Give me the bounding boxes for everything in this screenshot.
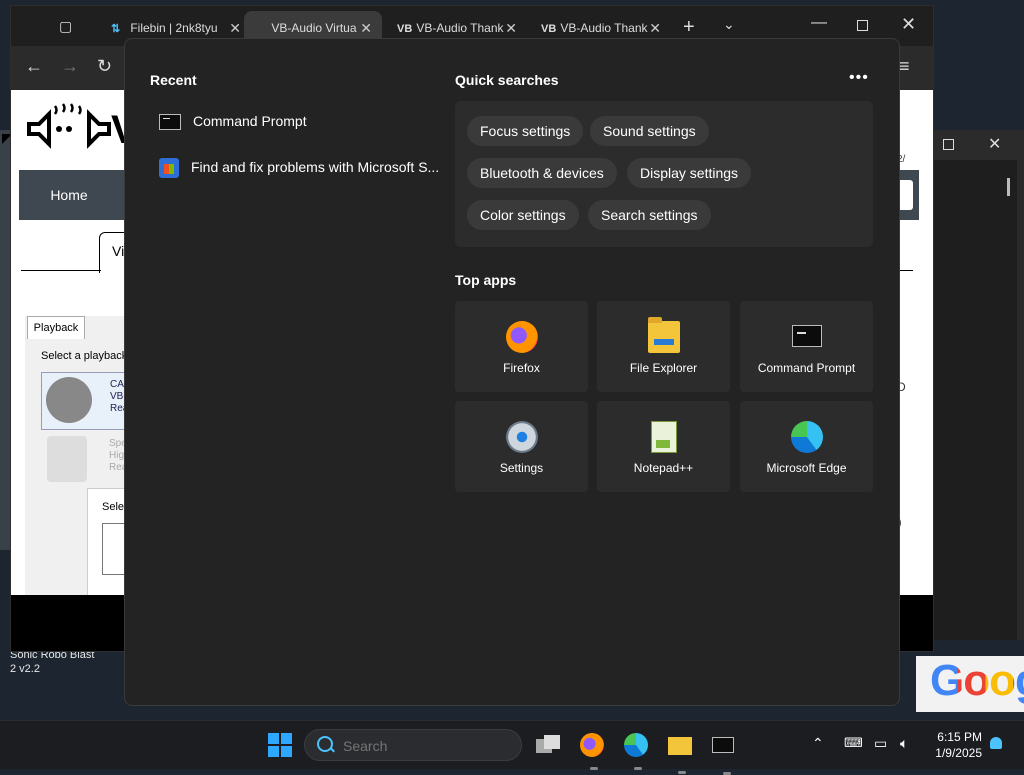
taskbar-command-prompt-icon[interactable]: [712, 737, 734, 775]
chip-focus-settings[interactable]: Focus settings: [467, 116, 584, 146]
speaker-icon: [46, 377, 92, 423]
volume-icon[interactable]: 🔈︎: [900, 735, 908, 752]
app-label: Notepad++: [633, 461, 694, 475]
tab-title: Filebin | 2nk8tyu: [130, 21, 218, 35]
chip-display-settings[interactable]: Display settings: [627, 158, 752, 188]
keyboard-icon[interactable]: ⌨: [844, 735, 863, 751]
google-logo-window: Goog: [916, 656, 1024, 712]
app-tile-file-explorer[interactable]: File Explorer: [597, 301, 730, 392]
app-tile-microsoft-edge[interactable]: Microsoft Edge: [740, 401, 873, 492]
maximize-icon[interactable]: [943, 139, 954, 150]
hamburger-menu-icon[interactable]: ≡: [899, 56, 910, 77]
app-label: Settings: [499, 461, 544, 475]
taskbar-file-explorer-icon[interactable]: [668, 737, 692, 774]
clock-date: 1/9/2025: [935, 746, 982, 760]
app-label: Microsoft Edge: [766, 461, 847, 475]
chevron-down-icon[interactable]: ⌄: [723, 16, 735, 33]
recent-item-command-prompt[interactable]: Command Prompt: [159, 103, 449, 139]
recent-item-label: Find and fix problems with Microsoft S..…: [191, 159, 440, 175]
tab-title: VB-Audio Virtua: [271, 21, 357, 35]
notification-bell-icon[interactable]: [990, 737, 1002, 749]
windows-logo-icon: [281, 746, 292, 757]
search-icon: [317, 736, 333, 752]
command-prompt-icon: [791, 325, 822, 347]
reload-icon[interactable]: ↻: [97, 56, 112, 77]
taskbar-edge-icon[interactable]: [624, 733, 648, 770]
app-label: Firefox: [503, 361, 540, 375]
close-icon[interactable]: ✕: [988, 134, 1001, 154]
more-options-icon[interactable]: •••: [849, 69, 869, 87]
quick-searches-title: Quick searches: [455, 72, 559, 88]
file-explorer-icon: [647, 317, 680, 353]
recent-item-store-troubleshooter[interactable]: Find and fix problems with Microsoft S..…: [159, 149, 449, 185]
chip-color-settings[interactable]: Color settings: [467, 200, 579, 230]
desktop-shortcut-label[interactable]: Sonic Robo Blast 2 v2.2: [10, 648, 100, 676]
notepad-plus-plus-icon: [650, 421, 677, 453]
task-view-icon[interactable]: [534, 731, 562, 759]
search-input[interactable]: [341, 734, 515, 758]
chip-sound-settings[interactable]: Sound settings: [590, 116, 709, 146]
tab-actions-icon[interactable]: ▢: [59, 18, 75, 34]
side-strip: [1017, 160, 1024, 640]
vb-audio-logo-icon: [27, 103, 111, 149]
scrollbar-thumb[interactable]: [1007, 178, 1010, 196]
chip-search-settings[interactable]: Search settings: [588, 200, 711, 230]
maximize-icon[interactable]: [857, 20, 868, 31]
forward-arrow-icon[interactable]: →: [61, 56, 79, 77]
top-apps-title: Top apps: [455, 272, 517, 288]
divider: [21, 270, 101, 271]
windows-logo-icon: [268, 733, 279, 744]
background-window-titlebar: ✕: [933, 130, 1024, 160]
taskbar-firefox-icon[interactable]: [580, 733, 604, 770]
back-arrow-icon[interactable]: ←: [25, 56, 43, 77]
desktop-background-window: [0, 130, 10, 550]
recent-item-label: Command Prompt: [193, 113, 307, 129]
windows-logo-icon: [281, 733, 292, 744]
nav-home-link[interactable]: Home: [19, 170, 119, 220]
recent-section-title: Recent: [150, 72, 197, 88]
minimize-icon[interactable]: —: [811, 14, 827, 32]
chip-bluetooth-devices[interactable]: Bluetooth & devices: [467, 158, 617, 188]
new-tab-icon[interactable]: +: [683, 16, 695, 39]
tab-title: VB-Audio Thank: [416, 21, 504, 35]
chevron-up-icon[interactable]: ⌃: [812, 735, 824, 752]
command-prompt-icon: [159, 114, 181, 131]
app-label: Command Prompt: [757, 361, 856, 375]
page-tab-label: Vi: [112, 243, 125, 259]
taskbar: ⌃ ⌨ ▭ 🔈︎ 6:15 PM 1/9/2025: [0, 720, 1024, 775]
start-button[interactable]: [268, 733, 292, 757]
app-tile-firefox[interactable]: Firefox: [455, 301, 588, 392]
start-search-flyout: Recent Command Prompt Find and fix probl…: [124, 38, 900, 706]
microsoft-store-icon: [159, 158, 179, 179]
microsoft-edge-icon: [790, 421, 823, 453]
background-window-right[interactable]: ✕: [932, 130, 1024, 640]
tab-title: VB-Audio Thank: [560, 21, 648, 35]
app-label: File Explorer: [629, 361, 698, 375]
app-tile-notepad-plus-plus[interactable]: Notepad++: [597, 401, 730, 492]
clock-time: 6:15 PM: [937, 730, 982, 744]
quick-searches-panel: Focus settings Sound settings Bluetooth …: [455, 101, 873, 247]
firefox-icon: [505, 321, 538, 353]
google-logo-text: Goog: [930, 656, 1024, 706]
settings-icon: [505, 421, 538, 453]
playback-tab: Playback: [27, 316, 85, 339]
app-tile-settings[interactable]: Settings: [455, 401, 588, 492]
close-icon[interactable]: ✕: [901, 14, 916, 35]
app-tile-command-prompt[interactable]: Command Prompt: [740, 301, 873, 392]
dialog-instruction: Select a playback: [41, 350, 128, 362]
windows-logo-icon: [268, 746, 279, 757]
network-icon[interactable]: ▭: [874, 735, 887, 752]
speaker-icon: [47, 436, 87, 482]
taskbar-search-box[interactable]: [304, 729, 522, 761]
system-clock[interactable]: 6:15 PM 1/9/2025: [926, 729, 982, 761]
